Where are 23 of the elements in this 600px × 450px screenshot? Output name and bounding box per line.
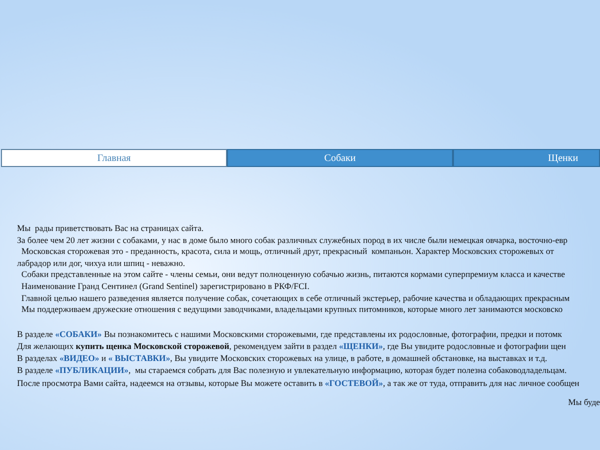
section-link[interactable]: «СОБАКИ»	[55, 328, 102, 339]
nav-tab[interactable]: Щенки	[453, 149, 600, 167]
paragraph-text: Мы рады приветствовать Вас на страницах сайта.	[17, 223, 205, 235]
section-link[interactable]: «ВИДЕО»	[59, 353, 100, 364]
section-link[interactable]: « ВЫСТАВКИ»	[108, 353, 170, 364]
section-link[interactable]: «ЩЕНКИ»	[339, 340, 383, 351]
paragraph-text: Московская сторожевая это - преданность, красота, сила и мощь, отличный друг, прекрасный компаньон. Характер Московских сторожевых от	[20, 246, 555, 258]
paragraph-text: Главной целью нашего разведения является получение собак, сочетающих в себе отличный экстерьер, рабочие качества и обладающих прекрасным	[20, 292, 571, 304]
closing-text: Мы буде	[568, 396, 600, 409]
paragraph-text: Для желающих купить щенка Московской сторожевой, рекомендуем зайти в раздел «ЩЕНКИ», где Вы увидите родословные и фотографии щен	[17, 340, 567, 352]
nav-tab[interactable]: Главная	[1, 149, 227, 167]
paragraph-text: В разделе «ПУБЛИКАЦИИ», мы стараемся собрать для Вас полезную и увлекательную информацию, которая будет полезна собаководладельцам.	[17, 364, 568, 377]
paragraph-text: В разделах «ВИДЕО» и « ВЫСТАВКИ», Вы увидите Московских сторожевых на улице, в работе, в домашней обстановке, на выставках и т.д.	[17, 352, 548, 364]
paragraph-text: В разделе «СОБАКИ» Вы познакомитесь с нашими Московскими сторожевыми, где представлены их родословные, фотографии, предки и потомк	[17, 328, 563, 340]
paragraph-text: лабрадор или дог, чихуа или шпиц - неважно.	[17, 258, 186, 270]
paragraph-text: Наименование Гранд Сентинел (Grand Sentinel) зарегистрировано в РКФ/FCI.	[20, 280, 310, 293]
section-link[interactable]: «ПУБЛИКАЦИИ»	[55, 365, 129, 376]
paragraph-text: За более чем 20 лет жизни с собаками, у нас в доме было много собак различных служебных пород в их числе были немецкая овчарка, восточно-евр	[17, 234, 569, 246]
section-link[interactable]: «ГОСТЕВОЙ»	[324, 378, 383, 388]
paragraph-text: Мы поддерживаем дружеские отношения с ведущими заводчиками, владельцами крупных питомников, которые много лет занимаются московско	[20, 304, 564, 316]
paragraph-text: Собаки представленные на этом сайте - члены семьи, они ведут полноценную собачью жизнь, питаются кормами суперпремиум класса и качестве	[20, 269, 566, 281]
nav-tab[interactable]: Собаки	[227, 149, 453, 167]
paragraph-text: После просмотра Вами сайта, надеемся на отзывы, которые Вы можете оставить в «ГОСТЕВОЙ», а так же от туда, отправить для нас личное сообщен	[17, 376, 580, 389]
